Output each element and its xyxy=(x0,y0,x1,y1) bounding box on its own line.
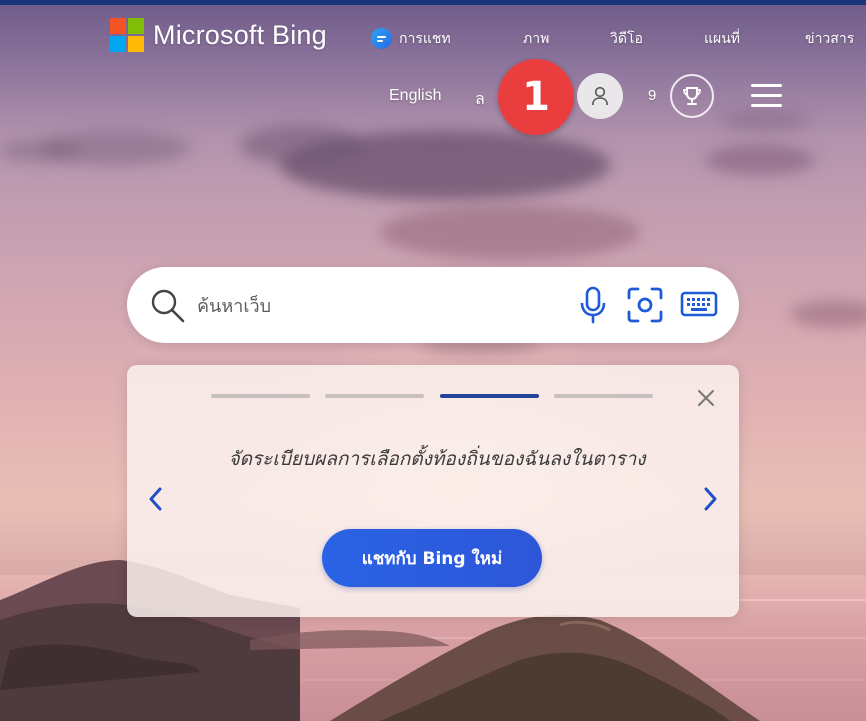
nav-item-news[interactable]: ข่าวสาร xyxy=(805,28,854,50)
language-link[interactable]: English xyxy=(389,87,441,105)
carousel-dot-1[interactable] xyxy=(211,394,310,398)
carousel-dot-2[interactable] xyxy=(325,394,424,398)
carousel-dot-4[interactable] xyxy=(554,394,653,398)
chat-icon xyxy=(371,27,392,49)
nav-item-videos[interactable]: วิดีโอ xyxy=(610,28,643,50)
prompt-suggestion-text: จัดระเบียบผลการเลือกตั้งท้องถิ่นของฉันลง… xyxy=(228,448,646,470)
user-icon xyxy=(592,86,608,106)
language-link-thai[interactable]: ล xyxy=(475,87,485,112)
step-marker-badge: 1 xyxy=(498,59,574,135)
rewards-button[interactable] xyxy=(670,74,714,118)
trophy-icon xyxy=(683,87,701,105)
search-box xyxy=(127,267,739,343)
nav-item-images[interactable]: ภาพ xyxy=(523,28,549,50)
top-strip xyxy=(0,0,866,5)
search-icon[interactable] xyxy=(149,287,187,325)
sign-in-avatar[interactable] xyxy=(577,73,623,119)
carousel-dot-3[interactable] xyxy=(440,394,539,398)
microsoft-logo-icon xyxy=(110,18,144,52)
bing-logo[interactable]: Microsoft Bing xyxy=(110,18,327,52)
brand-name: Microsoft Bing xyxy=(153,19,327,50)
close-icon[interactable] xyxy=(695,387,717,409)
hamburger-menu-icon[interactable] xyxy=(751,84,782,108)
chevron-left-icon[interactable] xyxy=(146,485,166,513)
nav-item-maps[interactable]: แผนที่ xyxy=(704,28,740,50)
chat-prompt-card: จัดระเบียบผลการเลือกตั้งท้องถิ่นของฉันลง… xyxy=(127,365,739,617)
visual-search-icon[interactable] xyxy=(626,286,664,324)
search-input[interactable] xyxy=(195,287,559,325)
rewards-points[interactable]: 9 xyxy=(648,87,656,104)
nav-item-label: การแชท xyxy=(399,31,451,47)
microphone-icon[interactable] xyxy=(580,286,606,324)
nav-item-chat[interactable]: การแชท xyxy=(371,27,451,50)
chevron-right-icon[interactable] xyxy=(700,485,720,513)
keyboard-icon[interactable] xyxy=(680,290,718,318)
chat-with-bing-button[interactable]: แชทกับ Bing ใหม่ xyxy=(322,529,542,587)
